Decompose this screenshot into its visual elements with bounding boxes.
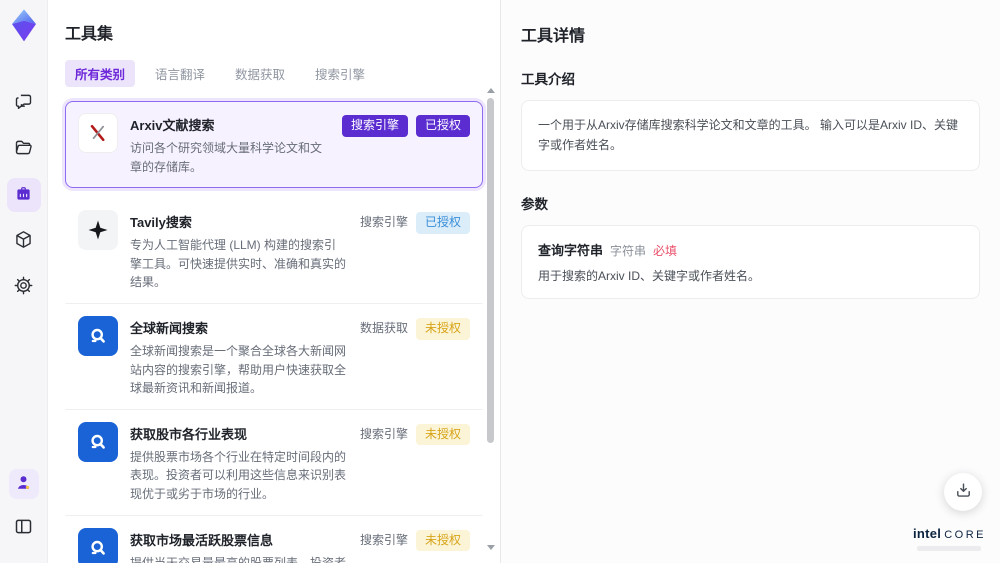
- tool-card[interactable]: 获取股市各行业表现 提供股票市场各个行业在特定时间段内的表现。投资者可以利用这些…: [65, 409, 483, 516]
- sparkle-icon: [78, 210, 118, 251]
- detail-title: 工具详情: [521, 28, 586, 45]
- sidebar-item-tools[interactable]: [6, 178, 41, 212]
- category-tab[interactable]: 语言翻译: [145, 60, 215, 87]
- sidebar-item-settings[interactable]: [7, 270, 41, 304]
- sidebar-item-files[interactable]: [7, 132, 41, 166]
- sidebar-item-account[interactable]: [8, 469, 39, 499]
- tool-status-badge: 已授权: [415, 212, 470, 234]
- blue-search-icon: [78, 527, 118, 563]
- sidebar-item-models[interactable]: [7, 224, 41, 258]
- category-tabs: 所有类别 语言翻译 数据获取 搜索引擎: [65, 60, 482, 87]
- tool-description: 访问各个研究领域大量科学论文和文章的存储库。: [130, 141, 323, 174]
- app-logo-icon: [8, 8, 40, 42]
- sidebar: [0, 0, 48, 563]
- tool-description: 全球新闻搜索是一个聚合全球各大新闻网站内容的搜索引擎，帮助用户快速获取全球最新资…: [130, 343, 347, 396]
- tool-title: 获取股市各行业表现: [130, 426, 248, 442]
- tool-description: 专为人工智能代理 (LLM) 构建的搜索引擎工具。可快速提供实时、准确和真实的结…: [130, 238, 347, 290]
- tool-category-badge: 搜索引擎: [359, 215, 408, 230]
- tool-list: Arxiv文献搜索 访问各个研究领域大量科学论文和文章的存储库。 搜索引擎 已授…: [65, 101, 483, 563]
- tool-description: 提供股票市场各个行业在特定时间段内的表现。投资者可以利用这些信息来识别表现优于或…: [130, 449, 347, 501]
- arxiv-icon: [78, 113, 118, 153]
- tool-title: Tavily搜索: [130, 215, 192, 231]
- download-button[interactable]: [944, 473, 982, 511]
- folder-icon: [13, 137, 34, 161]
- param-description: 用于搜索的Arxiv ID、关键字或作者姓名。: [538, 268, 761, 283]
- blue-search-icon: [78, 315, 118, 356]
- tool-description: 提供当天交易量最高的股票列表，投资者可以利用这些信息来识别流动性强的股票和潜在的…: [130, 555, 347, 563]
- tool-title: Arxiv文献搜索: [130, 118, 215, 133]
- category-tab[interactable]: 搜索引擎: [305, 60, 375, 87]
- tool-status-badge: 已授权: [415, 115, 470, 137]
- tool-card[interactable]: Arxiv文献搜索 访问各个研究领域大量科学论文和文章的存储库。 搜索引擎 已授…: [65, 101, 483, 189]
- scrollbar-thumb[interactable]: [487, 98, 494, 443]
- tool-category-badge: 数据获取: [359, 320, 408, 335]
- param-type: 字符串: [610, 243, 647, 258]
- intro-text: 一个用于从Arxiv存储库搜索科学论文和文章的工具。 输入可以是Arxiv ID…: [538, 118, 959, 153]
- page-title: 工具集: [65, 26, 114, 43]
- chat-icon: [13, 91, 34, 115]
- tool-detail-panel: 工具详情 工具介绍 一个用于从Arxiv存储库搜索科学论文和文章的工具。 输入可…: [500, 0, 1000, 563]
- blue-search-icon: [78, 421, 118, 462]
- intro-box: 一个用于从Arxiv存储库搜索科学论文和文章的工具。 输入可以是Arxiv ID…: [521, 100, 980, 171]
- download-icon: [954, 481, 973, 503]
- tool-category-badge: 搜索引擎: [359, 532, 408, 547]
- toolbox-icon: [13, 183, 34, 207]
- tool-title: 全球新闻搜索: [130, 320, 209, 336]
- core-wordmark: CORE: [944, 528, 986, 541]
- tool-card[interactable]: Tavily搜索 专为人工智能代理 (LLM) 构建的搜索引擎工具。可快速提供实…: [65, 198, 483, 304]
- tool-card[interactable]: 全球新闻搜索 全球新闻搜索是一个聚合全球各大新闻网站内容的搜索引擎，帮助用户快速…: [65, 303, 483, 410]
- list-scrollbar[interactable]: [486, 88, 495, 550]
- cube-icon: [13, 229, 34, 253]
- params-heading: 参数: [521, 196, 548, 212]
- param-name: 查询字符串: [538, 242, 604, 258]
- intel-core-logo: intel CORE: [913, 524, 986, 551]
- gear-icon: [13, 275, 34, 299]
- intro-heading: 工具介绍: [521, 72, 575, 87]
- tool-status-badge: 未授权: [415, 529, 470, 552]
- tool-status-badge: 未授权: [415, 317, 470, 340]
- sidebar-item-chat[interactable]: [7, 86, 41, 120]
- param-required-badge: 必填: [653, 243, 678, 258]
- intel-wordmark: intel: [912, 525, 942, 541]
- tool-card[interactable]: 获取市场最活跃股票信息 提供当天交易量最高的股票列表，投资者可以利用这些信息来识…: [65, 515, 483, 563]
- category-tab[interactable]: 数据获取: [225, 60, 295, 87]
- tools-panel: 工具集 所有类别 语言翻译 数据获取 搜索引擎 Arxiv文献搜索 访问各个研究领域大…: [48, 0, 500, 563]
- tool-category-badge: 搜索引擎: [341, 115, 408, 137]
- app-window: 工具集 所有类别 语言翻译 数据获取 搜索引擎 Arxiv文献搜索 访问各个研究领域大…: [0, 0, 1000, 563]
- param-box: 查询字符串 字符串 必填 用于搜索的Arxiv ID、关键字或作者姓名。: [521, 224, 980, 299]
- tool-status-badge: 未授权: [415, 423, 470, 446]
- sidebar-item-panel-toggle[interactable]: [7, 511, 41, 545]
- brand-subtext-placeholder: [917, 546, 982, 551]
- tool-category-badge: 搜索引擎: [359, 426, 408, 441]
- panel-toggle-icon: [13, 516, 34, 540]
- tool-title: 获取市场最活跃股票信息: [130, 532, 274, 548]
- user-icon: [13, 472, 34, 496]
- category-tab[interactable]: 所有类别: [65, 60, 136, 87]
